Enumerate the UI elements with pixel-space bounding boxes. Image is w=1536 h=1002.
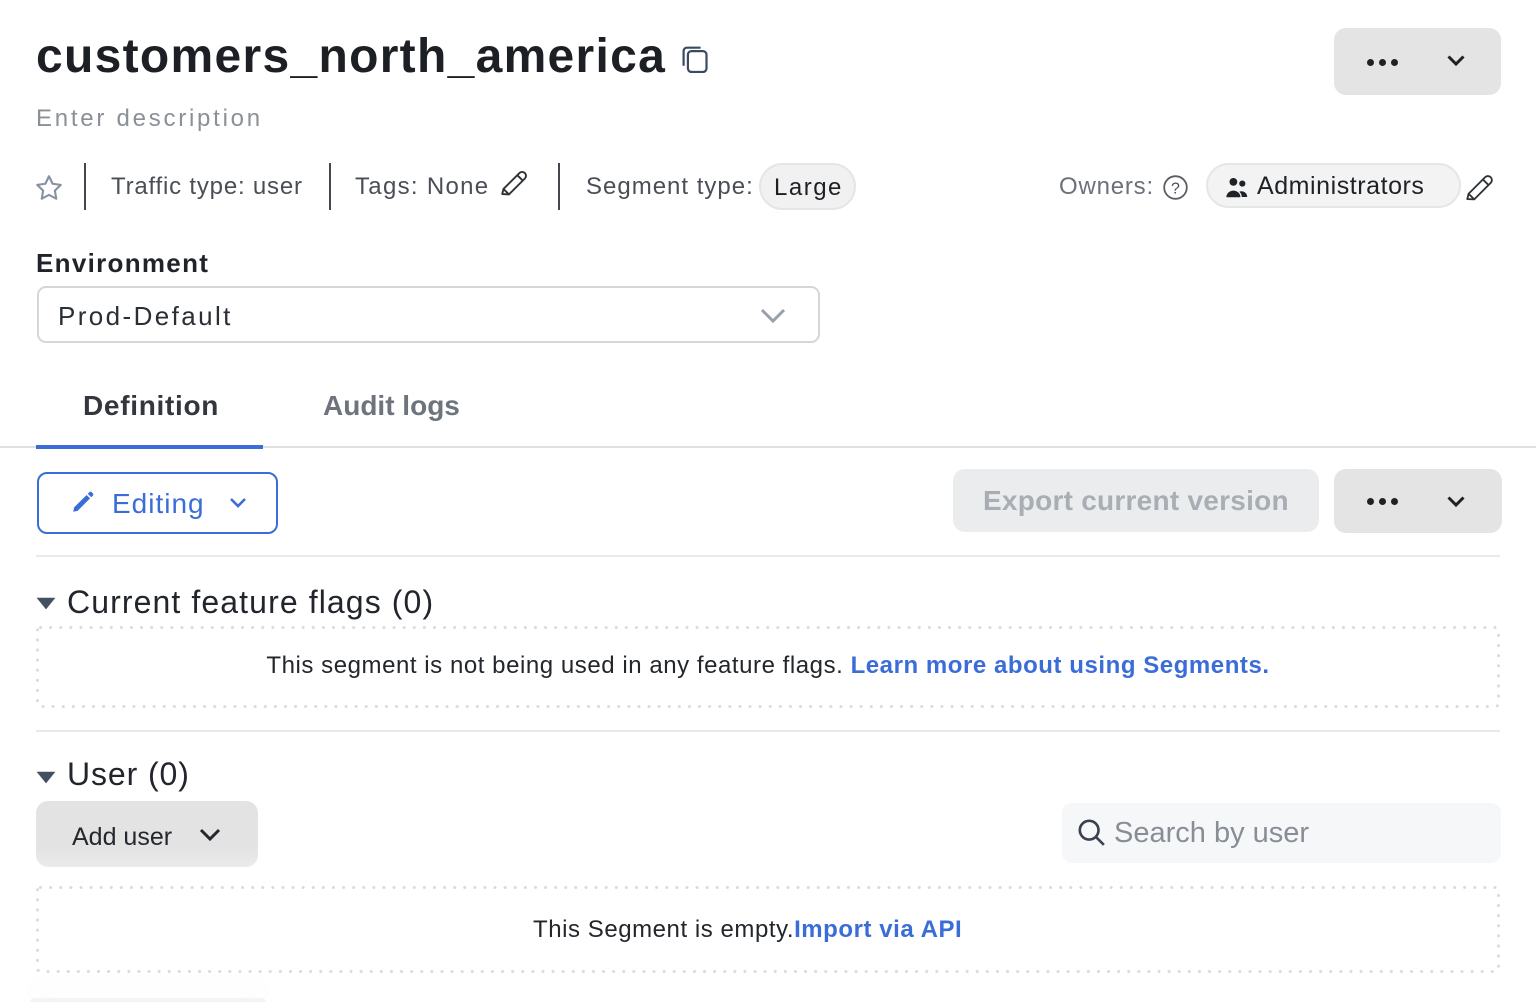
- svg-text:?: ?: [1171, 180, 1180, 197]
